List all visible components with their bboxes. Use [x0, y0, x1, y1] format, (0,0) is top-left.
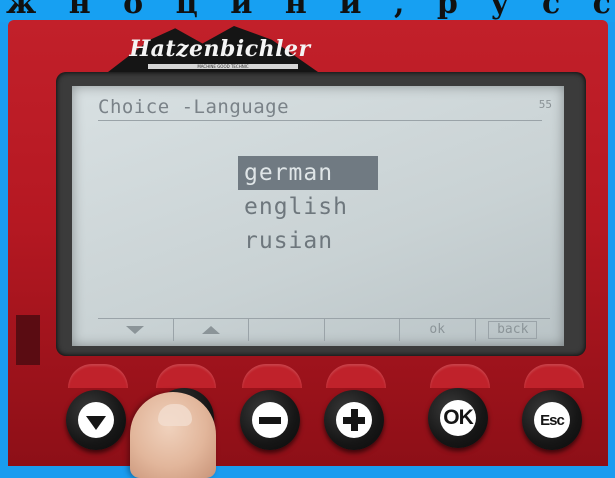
fingernail [158, 404, 192, 426]
ok-button-label: OK [443, 406, 473, 429]
device-housing: Hatzenbichler MACHINE GOOD TECHNIC Choic… [8, 20, 608, 466]
title-divider [98, 120, 542, 121]
lcd-screen: Choice -Language 55 german english rusia… [72, 86, 564, 346]
softkey-up[interactable] [174, 319, 249, 341]
brand-tagline: MACHINE GOOD TECHNIC [148, 64, 298, 69]
plus-icon [343, 409, 365, 431]
menu-item-rusian[interactable]: rusian [238, 224, 378, 258]
softkey-back-label: back [488, 321, 538, 339]
softkey-bar: ok back [98, 318, 550, 341]
softkey-back[interactable]: back [476, 319, 551, 341]
caption-strip: ж н о ц и н и , р у с с к и й ) [0, 0, 615, 22]
menu-item-german[interactable]: german [238, 156, 378, 190]
plus-button[interactable] [324, 390, 384, 450]
softkey-ok[interactable]: ok [400, 319, 476, 341]
minus-button[interactable] [240, 390, 300, 450]
brand-logo: Hatzenbichler [129, 36, 311, 62]
esc-button-label: Esc [540, 411, 565, 429]
down-arrow-icon [86, 415, 106, 430]
language-menu: german english rusian [238, 156, 378, 258]
up-triangle-icon [201, 325, 220, 334]
ok-button[interactable]: OK [428, 388, 488, 448]
down-triangle-icon [126, 325, 145, 334]
menu-item-english[interactable]: english [238, 190, 378, 224]
softkey-blank-1[interactable] [249, 319, 325, 341]
softkey-blank-2[interactable] [325, 319, 400, 341]
screen-title: Choice -Language [98, 96, 290, 118]
softkey-ok-label: ok [429, 322, 446, 337]
housing-side-strip [16, 315, 40, 365]
caption-text: ж н о ц и н и , р у с с к и й ) [6, 0, 615, 21]
softkey-down[interactable] [98, 319, 174, 341]
esc-button[interactable]: Esc [522, 390, 582, 450]
hardware-button-row: OK Esc [8, 380, 608, 466]
down-button[interactable] [66, 390, 126, 450]
minus-icon [259, 416, 281, 424]
corner-indicator: 55 [538, 98, 552, 111]
